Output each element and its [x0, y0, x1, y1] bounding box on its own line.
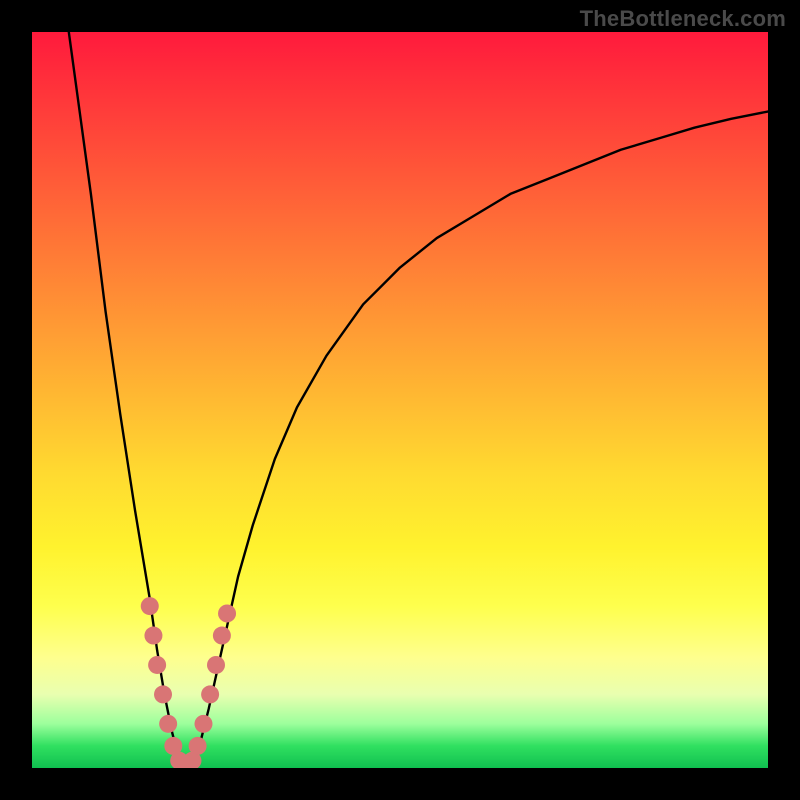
data-marker — [207, 656, 225, 674]
marker-group — [141, 597, 236, 768]
data-marker — [159, 715, 177, 733]
data-marker — [148, 656, 166, 674]
bottleneck-curve — [69, 32, 768, 768]
curve-svg — [32, 32, 768, 768]
watermark-text: TheBottleneck.com — [580, 6, 786, 32]
data-marker — [218, 604, 236, 622]
data-marker — [144, 627, 162, 645]
data-marker — [201, 685, 219, 703]
plot-area — [32, 32, 768, 768]
data-marker — [154, 685, 172, 703]
data-marker — [213, 627, 231, 645]
data-marker — [189, 737, 207, 755]
data-marker — [194, 715, 212, 733]
data-marker — [141, 597, 159, 615]
chart-frame: TheBottleneck.com — [0, 0, 800, 800]
